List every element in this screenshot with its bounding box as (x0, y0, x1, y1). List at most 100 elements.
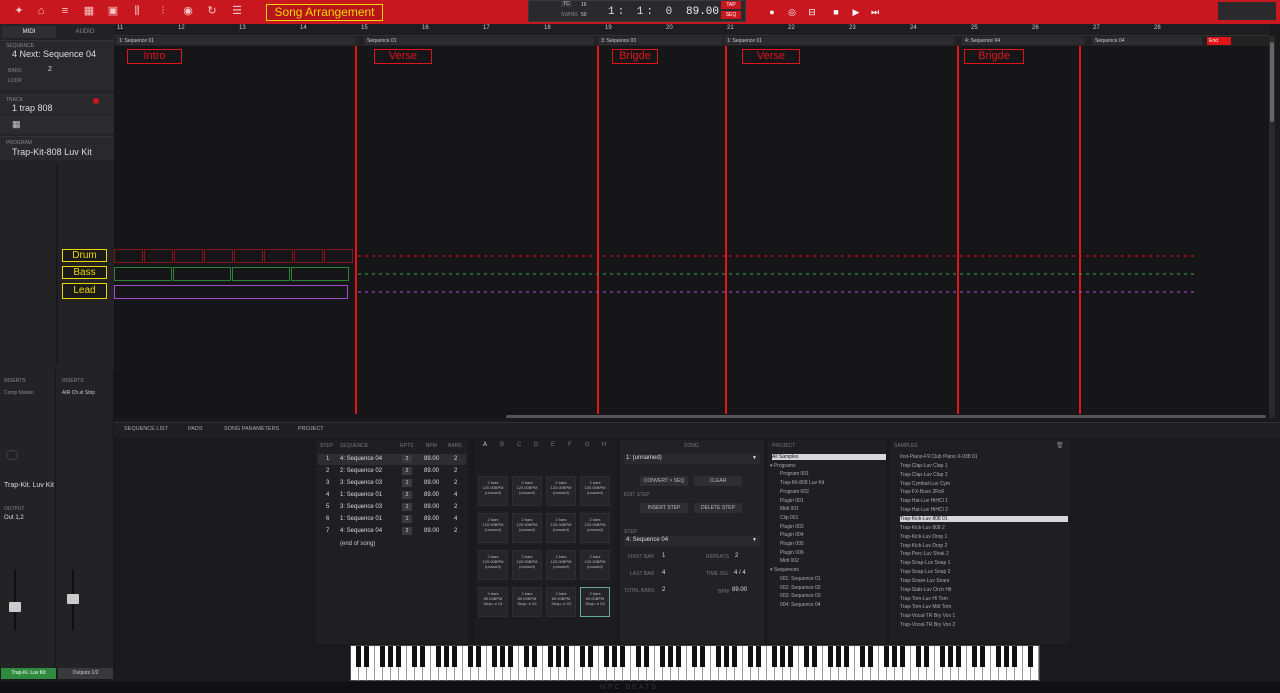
sequence-block[interactable]: Sequence 01 (364, 37, 594, 45)
black-key[interactable] (772, 646, 777, 667)
record-arm-icon[interactable] (93, 98, 99, 104)
bpm-value[interactable]: 89.00 (732, 587, 747, 593)
sequence-pad[interactable]: 2 bars 120.00BPM (unused) (580, 476, 610, 506)
bars-value[interactable]: 2 (48, 66, 52, 73)
black-key[interactable] (700, 646, 705, 667)
black-key[interactable] (1004, 646, 1009, 667)
last-bar-value[interactable]: 4 (662, 570, 665, 576)
arrange-area[interactable]: Intro Verse Brigde Verse Brigde (114, 46, 1270, 418)
black-key[interactable] (996, 646, 1001, 667)
program-value[interactable]: Trap-Kit-808 Luv Kit (12, 147, 92, 157)
sample-item[interactable]: Trap-Snap-Luv Snap 1 (900, 560, 950, 566)
tab-project[interactable]: PROJECT (298, 426, 324, 432)
black-key[interactable] (844, 646, 849, 667)
black-key[interactable] (548, 646, 553, 667)
project-item[interactable]: Midi 002 (780, 558, 799, 564)
black-key[interactable] (468, 646, 473, 667)
time-sig-value[interactable]: 4 / 4 (734, 570, 746, 576)
black-key[interactable] (364, 646, 369, 667)
project-item[interactable]: 002: Sequence 02 (780, 585, 821, 591)
step-select[interactable]: 4: Sequence 04 ▼ (624, 536, 760, 546)
black-key[interactable] (716, 646, 721, 667)
black-key[interactable] (884, 646, 889, 667)
black-key[interactable] (396, 646, 401, 667)
sample-item[interactable]: Trap-Stab-Luv Orch Hit (900, 587, 952, 593)
pad-bank-h[interactable]: H (602, 442, 606, 448)
record-button-icon[interactable]: ● (766, 6, 778, 18)
black-key[interactable] (532, 646, 537, 667)
play-icon[interactable]: ▶ (850, 6, 862, 18)
sequence-block[interactable]: 1: Sequence 01 (724, 37, 954, 45)
play-start-icon[interactable]: ⏭ (869, 6, 881, 18)
black-key[interactable] (380, 646, 385, 667)
black-key[interactable] (452, 646, 457, 667)
pan-knob-icon[interactable] (6, 450, 18, 460)
insert-step-button[interactable]: INSERT STEP (640, 503, 688, 513)
sequence-clip[interactable] (294, 249, 323, 263)
black-key[interactable] (948, 646, 953, 667)
project-item[interactable]: ▾ Sequences (770, 567, 799, 573)
black-key[interactable] (900, 646, 905, 667)
sequence-pad[interactable]: 2 bars 89.00BPM Sequ..e 03 (546, 587, 576, 617)
sequence-pad[interactable]: 2 bars 120.00BPM (unused) (546, 513, 576, 543)
step-sequence-cell[interactable]: 4: Sequence 04 (340, 528, 382, 534)
vertical-scrollbar[interactable] (1269, 36, 1275, 418)
sequence-clip[interactable] (114, 249, 143, 263)
black-key[interactable] (556, 646, 561, 667)
project-item[interactable]: 001: Sequence 01 (780, 576, 821, 582)
sample-item[interactable]: Trap-Kick-Luv 808 01 (900, 515, 1068, 522)
sequence-value[interactable]: 4 Next: Sequence 04 (12, 49, 96, 59)
repeats-value[interactable]: 2 (735, 553, 738, 559)
black-key[interactable] (1012, 646, 1017, 667)
sequence-clip[interactable] (114, 285, 348, 299)
black-key[interactable] (1028, 646, 1033, 667)
project-item[interactable]: Plugin 002 (780, 524, 804, 530)
piano-keyboard[interactable] (350, 645, 1040, 681)
pad-bank-g[interactable]: G (585, 442, 590, 448)
volume-fader[interactable] (9, 602, 21, 612)
song-step-row[interactable]: 7 4: Sequence 04 2 89.00 2 (318, 526, 466, 537)
black-key[interactable] (644, 646, 649, 667)
tab-midi[interactable]: MIDI (2, 26, 56, 38)
black-key[interactable] (972, 646, 977, 667)
sample-item[interactable]: Trap-Vocal-TR Bry Vox 1 (900, 613, 955, 619)
black-key[interactable] (836, 646, 841, 667)
menu-icon[interactable]: ≡ (58, 4, 72, 18)
sequence-pad[interactable]: 2 bars 120.00BPM (unused) (580, 550, 610, 580)
track-value[interactable]: 1 trap 808 (12, 103, 53, 113)
grid-view-icon[interactable]: ▦ (12, 119, 21, 130)
loop-icon[interactable]: ↻ (205, 4, 219, 18)
sample-item[interactable]: Trap-Tom-Luv Mid Tom (900, 604, 951, 610)
clear-button[interactable]: CLEAR (694, 476, 742, 486)
tab-pads[interactable]: PADS (188, 426, 203, 432)
sample-item[interactable]: Trap-Tom-Luv Hi Tom (900, 596, 948, 602)
song-step-row[interactable]: 1 4: Sequence 04 2 89.00 2 (318, 454, 466, 465)
output-value[interactable]: Out 1,2 (4, 515, 24, 521)
black-key[interactable] (500, 646, 505, 667)
sequence-pad[interactable]: 2 bars 120.00BPM (unused) (478, 550, 508, 580)
sample-item[interactable]: Trap-Hat-Luv HiHCl 2 (900, 507, 948, 513)
bar-ruler[interactable]: 11 12 13 14 15 16 17 18 19 20 21 22 23 24 25 26 27 28 (114, 24, 1270, 36)
trash-icon[interactable]: 🗑 (1056, 442, 1064, 449)
sample-item[interactable]: Trap-Hat-Luv HiHCl 1 (900, 498, 948, 504)
pad-bank-e[interactable]: E (551, 442, 555, 448)
black-key[interactable] (668, 646, 673, 667)
sample-item[interactable]: Trap-Snare-Luv Snare (900, 578, 950, 584)
sample-item[interactable]: Trap-FX-Buss 2Roll (900, 489, 944, 495)
step-sequence-cell[interactable]: 1: Sequence 01 (340, 492, 382, 498)
sample-item[interactable]: Trap-Vocal-TR Bry Vox 2 (900, 622, 955, 628)
end-marker[interactable]: End (1207, 37, 1231, 45)
sample-item[interactable]: Trap-Cymbal-Luv Cym (900, 481, 950, 487)
sequence-clip[interactable] (174, 249, 203, 263)
sequence-clip[interactable] (234, 249, 263, 263)
browser-icon[interactable]: ▣ (106, 4, 120, 18)
black-key[interactable] (508, 646, 513, 667)
black-key[interactable] (436, 646, 441, 667)
sequence-clip[interactable] (232, 267, 290, 281)
sequence-pad[interactable]: 2 bars 120.00BPM (unused) (546, 476, 576, 506)
pad-bank-d[interactable]: D (534, 442, 538, 448)
arrow-icon[interactable]: ✦ (12, 4, 26, 18)
sequence-pad[interactable]: 2 bars 120.00BPM (unused) (512, 550, 542, 580)
black-key[interactable] (860, 646, 865, 667)
black-key[interactable] (828, 646, 833, 667)
